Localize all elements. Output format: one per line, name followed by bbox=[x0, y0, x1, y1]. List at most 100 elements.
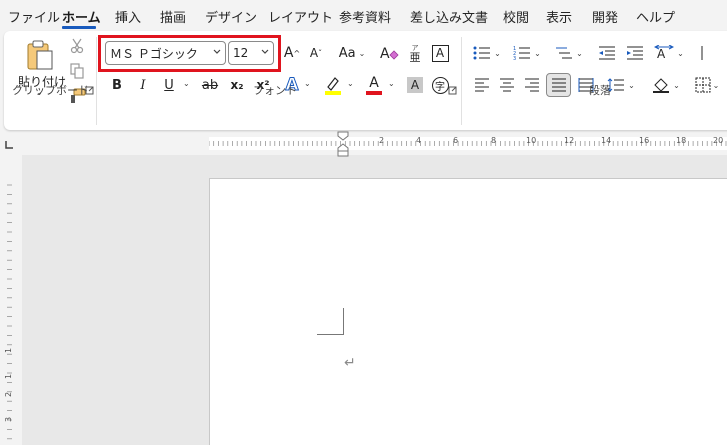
ruler-label: 20 bbox=[713, 136, 724, 145]
sort-button[interactable] bbox=[696, 43, 716, 63]
sort-icon bbox=[701, 46, 703, 60]
change-case-icon: Aa bbox=[338, 45, 356, 61]
character-shading-button[interactable]: A bbox=[406, 76, 424, 94]
tab-home[interactable]: ホーム bbox=[62, 7, 101, 26]
clear-formatting-icon: A bbox=[380, 46, 399, 62]
enclose-characters-icon: 字 bbox=[431, 76, 449, 94]
active-tab-indicator bbox=[62, 26, 96, 29]
margin-corner-mark bbox=[317, 308, 344, 335]
paragraph-shading-button[interactable]: ⌄ bbox=[648, 75, 684, 95]
text-direction-button[interactable]: A ⌄ bbox=[652, 43, 686, 63]
bullets-button[interactable]: ⌄ bbox=[472, 43, 502, 63]
align-right-icon bbox=[525, 78, 539, 92]
decrease-indent-button[interactable] bbox=[596, 43, 618, 63]
font-selector-highlight bbox=[98, 35, 281, 72]
paragraph-group-label: 段落 bbox=[589, 84, 611, 97]
align-center-button[interactable] bbox=[497, 75, 517, 95]
svg-text:3: 3 bbox=[513, 56, 516, 61]
highlight-color-swatch bbox=[325, 91, 341, 95]
subscript-button[interactable]: x₂ bbox=[227, 75, 247, 95]
ruler-label: 2 bbox=[379, 136, 385, 145]
bullets-icon bbox=[473, 46, 491, 60]
character-border-button[interactable]: A bbox=[430, 43, 450, 63]
justify-button[interactable] bbox=[546, 73, 571, 97]
paste-icon[interactable] bbox=[22, 38, 58, 72]
underline-button[interactable]: U bbox=[160, 75, 178, 95]
tab-insert[interactable]: 挿入 bbox=[115, 7, 141, 26]
svg-text:A: A bbox=[380, 46, 390, 62]
font-launcher-icon[interactable] bbox=[448, 84, 457, 95]
tab-selector-icon[interactable] bbox=[4, 140, 14, 150]
tab-file[interactable]: ファイル bbox=[8, 7, 60, 26]
increase-indent-icon bbox=[627, 46, 643, 60]
clear-formatting-button[interactable]: A bbox=[378, 43, 400, 63]
ruby-button[interactable]: ア 亜 bbox=[405, 41, 425, 65]
font-group-label: フォント bbox=[253, 84, 297, 97]
character-shading-icon: A bbox=[407, 77, 423, 93]
vertical-ruler[interactable] bbox=[0, 155, 22, 445]
highlight-button[interactable] bbox=[322, 74, 344, 96]
group-separator bbox=[461, 37, 462, 125]
change-case-button[interactable]: Aa ⌄ bbox=[335, 43, 369, 63]
bold-button[interactable]: B bbox=[108, 75, 126, 95]
tab-developer[interactable]: 開発 bbox=[592, 7, 618, 26]
tab-layout[interactable]: レイアウト bbox=[268, 7, 333, 26]
underline-chevron-icon[interactable]: ⌄ bbox=[183, 79, 190, 88]
strikethrough-button[interactable]: ab bbox=[199, 75, 221, 95]
ruler-label: 14 bbox=[601, 136, 612, 145]
enclose-characters-button[interactable]: 字 bbox=[430, 76, 450, 94]
highlight-chevron-icon[interactable]: ⌄ bbox=[347, 79, 354, 88]
character-border-icon: A bbox=[431, 44, 449, 62]
numbering-icon: 123 bbox=[513, 46, 531, 61]
justify-icon bbox=[551, 78, 566, 92]
vertical-ruler-label: 1 bbox=[4, 373, 14, 380]
grow-font-icon: A bbox=[283, 45, 294, 61]
borders-button[interactable]: ⌄ bbox=[690, 75, 724, 95]
text-direction-icon: A bbox=[654, 45, 675, 61]
tab-view[interactable]: 表示 bbox=[546, 7, 572, 26]
ruler-label: 16 bbox=[639, 136, 650, 145]
borders-icon bbox=[695, 77, 711, 93]
ruby-icon: 亜 bbox=[409, 51, 421, 64]
vertical-ruler-label: 3 bbox=[4, 416, 14, 423]
tab-mailings[interactable]: 差し込み文書 bbox=[410, 7, 488, 26]
ruler-label: 12 bbox=[564, 136, 575, 145]
indent-marker-icon[interactable] bbox=[337, 131, 349, 157]
font-color-swatch bbox=[366, 90, 382, 95]
tab-draw[interactable]: 描画 bbox=[160, 7, 186, 26]
document-page[interactable] bbox=[209, 178, 727, 445]
font-color-chevron-icon[interactable]: ⌄ bbox=[388, 79, 395, 88]
ribbon-tabs: ファイル ホーム 挿入 描画 デザイン レイアウト 参考資料 差し込み文書 校閲… bbox=[0, 0, 727, 31]
ruler-label: 8 bbox=[491, 136, 497, 145]
increase-indent-button[interactable] bbox=[624, 43, 646, 63]
font-color-button[interactable]: A bbox=[364, 74, 384, 96]
tab-design[interactable]: デザイン bbox=[205, 7, 257, 26]
numbering-button[interactable]: 123 ⌄ bbox=[512, 43, 542, 63]
clipboard-group-label: クリップボード bbox=[12, 84, 89, 97]
decrease-indent-icon bbox=[599, 46, 615, 60]
vertical-ruler-label: 2 bbox=[4, 391, 14, 398]
paragraph-mark: ↵ bbox=[344, 355, 356, 371]
align-right-button[interactable] bbox=[522, 75, 542, 95]
highlighter-icon bbox=[325, 77, 341, 95]
text-effects-chevron-icon[interactable]: ⌄ bbox=[304, 79, 311, 88]
ruler-label: 4 bbox=[416, 136, 422, 145]
tab-review[interactable]: 校閲 bbox=[503, 7, 529, 26]
copy-icon[interactable] bbox=[68, 62, 86, 80]
cut-icon[interactable] bbox=[68, 37, 86, 55]
italic-button[interactable]: I bbox=[134, 75, 152, 95]
align-left-button[interactable] bbox=[472, 75, 492, 95]
tab-help[interactable]: ヘルプ bbox=[636, 7, 675, 26]
shrink-font-button[interactable]: Aˇ bbox=[307, 43, 325, 63]
align-center-icon bbox=[500, 78, 514, 92]
multilevel-list-button[interactable]: ⌄ bbox=[554, 43, 584, 63]
multilevel-list-icon bbox=[556, 47, 573, 59]
ruler-label: 18 bbox=[676, 136, 687, 145]
horizontal-ruler-ticks bbox=[209, 141, 727, 146]
align-left-icon bbox=[475, 78, 489, 92]
grow-font-button[interactable]: A ^ bbox=[282, 43, 302, 63]
clipboard-launcher-icon[interactable] bbox=[85, 84, 94, 95]
tab-references[interactable]: 参考資料 bbox=[339, 7, 391, 26]
ruler-label: 6 bbox=[453, 136, 459, 145]
group-separator bbox=[96, 37, 97, 125]
